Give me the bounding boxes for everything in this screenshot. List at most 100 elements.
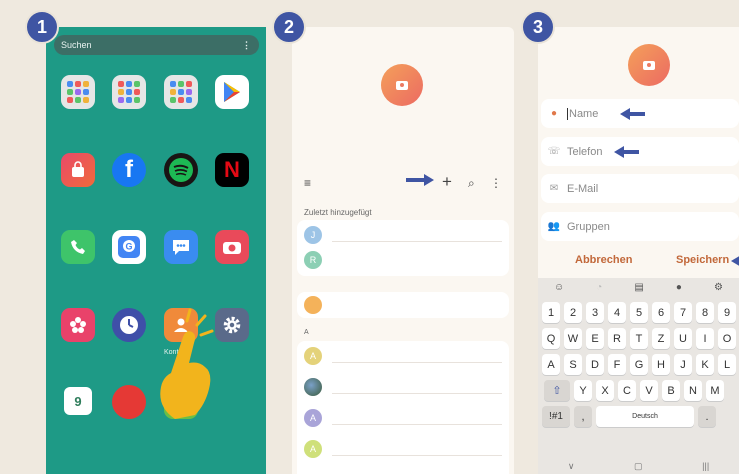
key-d[interactable]: D — [586, 354, 604, 375]
key-u[interactable]: U — [674, 328, 692, 349]
key-e[interactable]: E — [586, 328, 604, 349]
cancel-button[interactable]: Abbrechen — [575, 254, 632, 266]
galaxy-store-icon[interactable] — [61, 153, 95, 187]
add-contact-button[interactable]: + — [442, 172, 452, 192]
key-j[interactable]: J — [674, 354, 692, 375]
keyboard-row-yxcv: ⇧ YXCVBNM — [544, 380, 724, 401]
key-2[interactable]: 2 — [564, 302, 582, 323]
key-m[interactable]: M — [706, 380, 724, 401]
recents-icon[interactable]: ||| — [702, 461, 709, 471]
key-q[interactable]: Q — [542, 328, 560, 349]
period-key[interactable]: . — [698, 406, 716, 427]
key-i[interactable]: I — [696, 328, 714, 349]
clipboard-icon[interactable]: ▤ — [634, 282, 643, 293]
recently-added-label: Zuletzt hinzugefügt — [304, 208, 372, 217]
key-8[interactable]: 8 — [696, 302, 714, 323]
key-h[interactable]: H — [652, 354, 670, 375]
key-n[interactable]: N — [684, 380, 702, 401]
key-b[interactable]: B — [662, 380, 680, 401]
sticker-icon[interactable]: ◔ — [596, 282, 602, 293]
app-folder-2[interactable] — [112, 75, 146, 109]
save-button[interactable]: Speichern — [676, 254, 729, 266]
key-t[interactable]: T — [630, 328, 648, 349]
more-options-icon[interactable]: ⋮ — [490, 176, 502, 190]
key-a[interactable]: A — [542, 354, 560, 375]
name-field[interactable]: ● Name — [541, 99, 739, 128]
key-z[interactable]: Z — [652, 328, 670, 349]
search-bar[interactable]: Suchen ⋮ — [54, 35, 259, 55]
red-app-icon[interactable] — [112, 385, 146, 419]
calendar-icon[interactable]: 9 — [64, 387, 92, 415]
email-field[interactable]: ✉ E-Mail — [541, 174, 739, 203]
flower-gallery-icon[interactable] — [61, 308, 95, 342]
contact-initial: A — [304, 440, 322, 458]
clock-icon[interactable] — [112, 308, 146, 342]
contacts-list-panel: ≡ + ⌕ ⋮ Zuletzt hinzugefügt J R A A A A — [292, 27, 514, 474]
name-placeholder: Name — [567, 107, 599, 120]
section-a-label: A — [304, 329, 309, 336]
mic-icon[interactable]: ● — [676, 282, 682, 293]
email-placeholder: E-Mail — [567, 182, 599, 195]
navigation-bar: ∨ ▢ ||| — [538, 458, 739, 474]
camera-icon — [643, 60, 655, 70]
key-4[interactable]: 4 — [608, 302, 626, 323]
menu-icon[interactable]: ≡ — [304, 176, 311, 190]
play-store-icon[interactable] — [215, 75, 249, 109]
messages-icon[interactable] — [164, 230, 198, 264]
key-g[interactable]: G — [630, 354, 648, 375]
settings-icon[interactable]: ⚙ — [714, 282, 723, 293]
phone-field[interactable]: ☏ Telefon — [541, 137, 739, 166]
symbols-key[interactable]: !#1 — [542, 406, 570, 427]
contact-photo — [304, 378, 322, 396]
keyboard-row-bottom: !#1 , Deutsch . — [542, 406, 716, 427]
key-f[interactable]: F — [608, 354, 626, 375]
more-options-icon[interactable]: ⋮ — [242, 40, 251, 51]
home-icon[interactable]: ▢ — [634, 461, 643, 472]
keyboard-row-qwertz: QWERTZUIOP — [542, 328, 739, 349]
recent-contacts-card: J R — [297, 220, 509, 276]
groups-field[interactable]: 👥 Gruppen — [541, 212, 739, 241]
keyboard: ☺ ◔ ▤ ● ⚙ 123456789 QWERTZUIOP ASDFGHJKL… — [538, 278, 739, 474]
search-icon[interactable]: ⌕ — [468, 176, 475, 191]
key-k[interactable]: K — [696, 354, 714, 375]
key-l[interactable]: L — [718, 354, 736, 375]
space-key[interactable]: Deutsch — [596, 406, 694, 427]
search-label: Suchen — [61, 40, 92, 50]
key-9[interactable]: 9 — [718, 302, 736, 323]
groups-icon: 👥 — [547, 221, 561, 232]
app-folder-1[interactable] — [61, 75, 95, 109]
key-5[interactable]: 5 — [630, 302, 648, 323]
key-s[interactable]: S — [564, 354, 582, 375]
key-7[interactable]: 7 — [674, 302, 692, 323]
keyboard-row-numbers: 123456789 — [542, 302, 736, 323]
key-3[interactable]: 3 — [586, 302, 604, 323]
groups-placeholder: Gruppen — [567, 220, 610, 233]
contacts-a-card: A A A — [297, 341, 509, 474]
key-o[interactable]: O — [718, 328, 736, 349]
netflix-icon[interactable]: N — [215, 153, 249, 187]
phone-icon[interactable] — [61, 230, 95, 264]
svg-text:G: G — [125, 242, 132, 252]
key-w[interactable]: W — [564, 328, 582, 349]
facebook-icon[interactable]: f — [112, 153, 146, 187]
key-x[interactable]: X — [596, 380, 614, 401]
step-badge-1: 1 — [25, 10, 59, 44]
back-icon[interactable]: ∨ — [568, 461, 575, 472]
key-c[interactable]: C — [618, 380, 636, 401]
key-v[interactable]: V — [640, 380, 658, 401]
tapping-hand-icon — [160, 308, 214, 419]
emoji-icon[interactable]: ☺ — [554, 282, 564, 293]
google-icon[interactable]: G — [112, 230, 146, 264]
shift-key[interactable]: ⇧ — [544, 380, 570, 401]
phone-placeholder: Telefon — [567, 145, 603, 158]
step-badge-2: 2 — [272, 10, 306, 44]
key-r[interactable]: R — [608, 328, 626, 349]
key-6[interactable]: 6 — [652, 302, 670, 323]
spotify-icon[interactable] — [164, 153, 198, 187]
comma-key[interactable]: , — [574, 406, 592, 427]
app-folder-3[interactable] — [164, 75, 198, 109]
key-1[interactable]: 1 — [542, 302, 560, 323]
contacts-toolbar: ≡ + ⌕ ⋮ — [304, 172, 502, 194]
key-y[interactable]: Y — [574, 380, 592, 401]
camera-icon[interactable] — [215, 230, 249, 264]
